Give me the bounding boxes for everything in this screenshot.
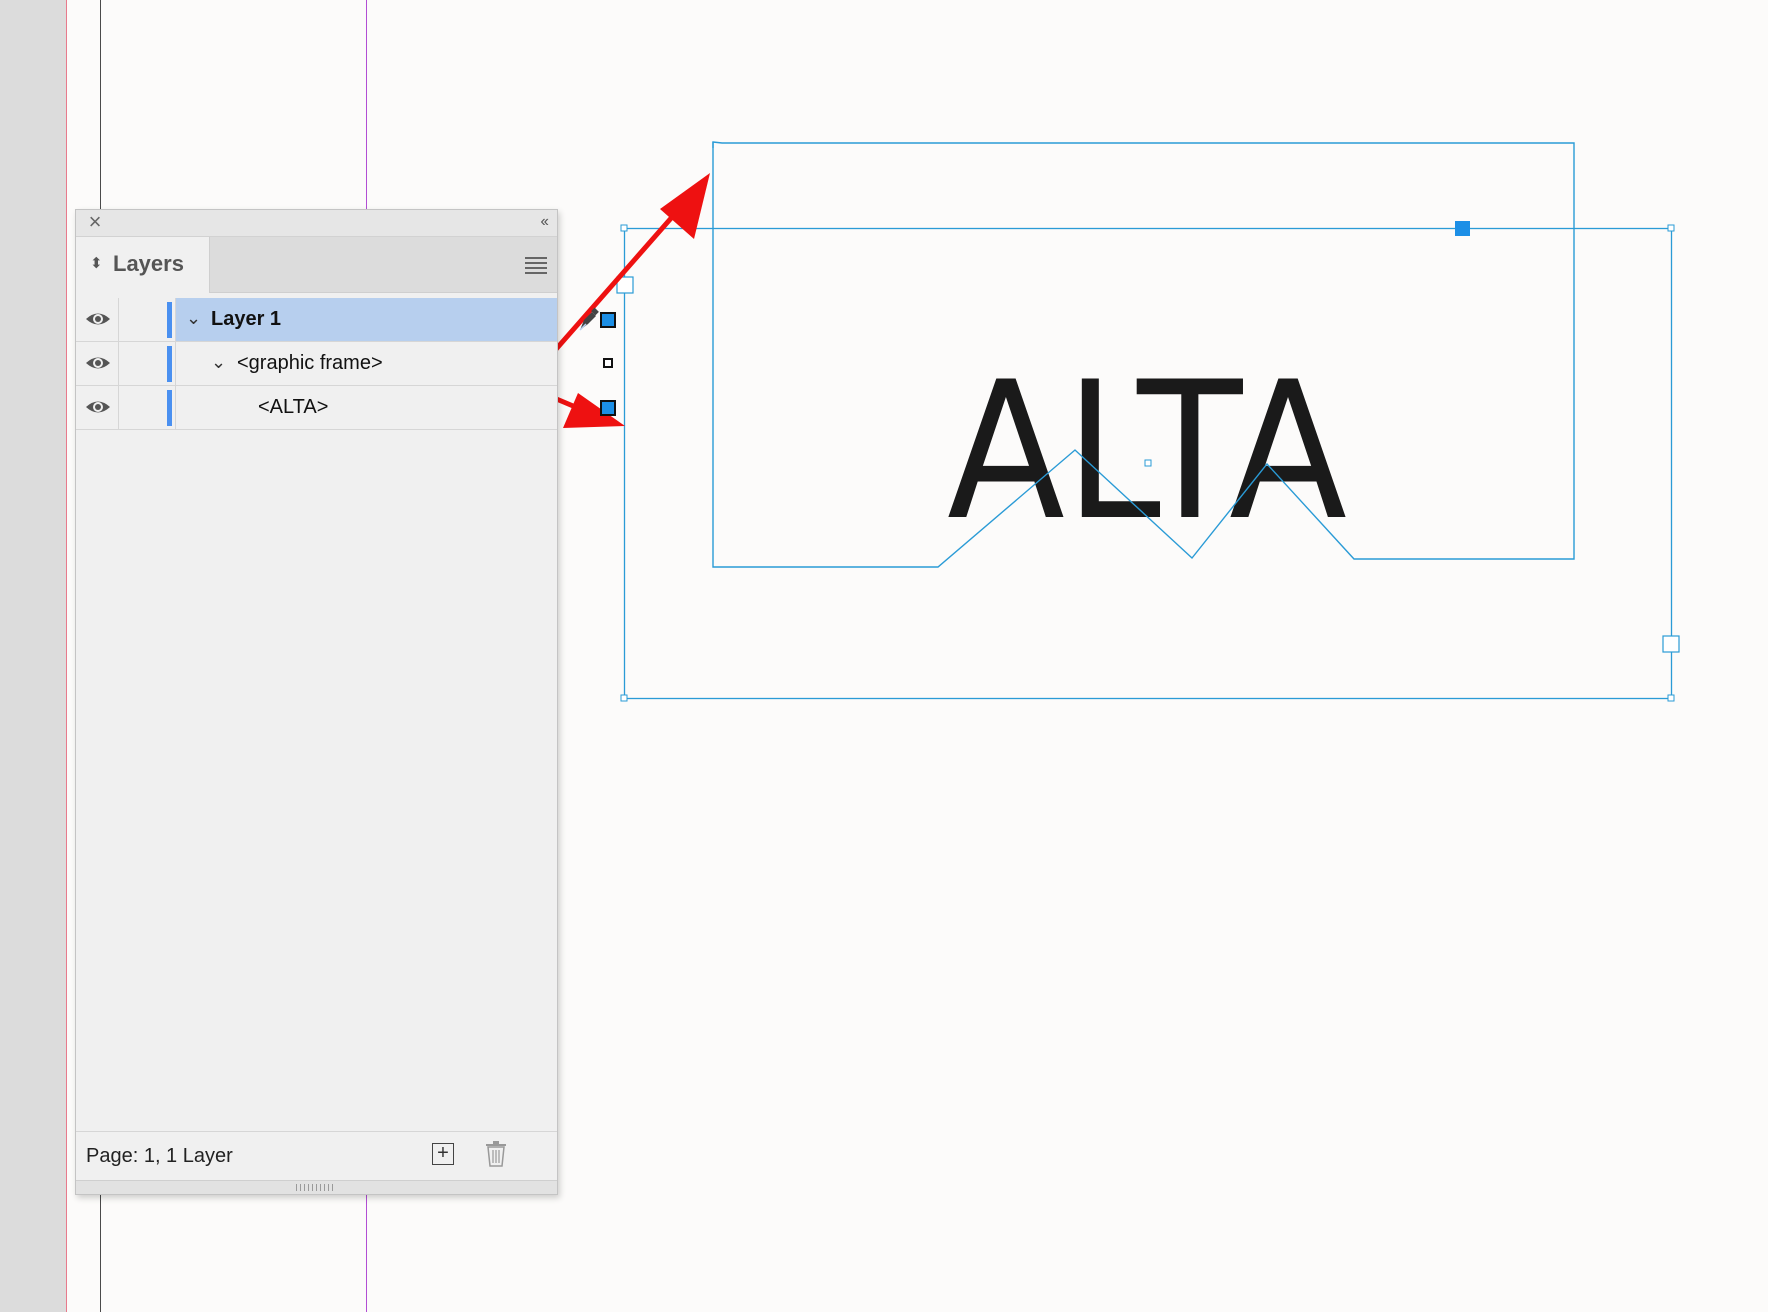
close-icon[interactable]: × (84, 211, 106, 233)
layer-label: Layer 1 (211, 308, 282, 330)
alta-text[interactable]: ALTA (947, 341, 1347, 562)
layer-label: <graphic frame> (237, 352, 383, 374)
frame-handle-tl[interactable] (620, 224, 628, 232)
layer-name-area[interactable]: ⌄ Layer 1 (176, 298, 616, 341)
layer-color-swatch (167, 346, 172, 382)
column-divider (118, 386, 119, 429)
selection-indicator[interactable] (600, 400, 616, 416)
panel-resize-grip[interactable] (76, 1180, 557, 1194)
sort-arrows-icon: ⬍ (90, 255, 103, 272)
selection-indicator[interactable] (600, 312, 616, 328)
layer-label: <ALTA> (258, 396, 329, 418)
selection-indicator[interactable] (603, 358, 613, 368)
grip-lines (296, 1184, 336, 1191)
page-layer-status: Page: 1, 1 Layer (86, 1145, 233, 1167)
annotation-arrow-upper (533, 173, 710, 375)
frame-out-port[interactable] (1662, 635, 1680, 653)
panel-footer: Page: 1, 1 Layer + (76, 1131, 557, 1180)
chevron-down-icon[interactable]: ⌄ (186, 306, 201, 330)
layer-row-graphic-frame[interactable]: ⌄ <graphic frame> (76, 342, 613, 386)
eye-visibility-icon[interactable] (84, 353, 112, 373)
layers-panel: × ‹‹ ⬍ Layers ⌄ Layer 1 ⌄ <graphic frame… (75, 209, 616, 1195)
trash-icon[interactable] (485, 1141, 507, 1167)
frame-handle-tr[interactable] (1667, 224, 1675, 232)
hamburger-menu-icon[interactable] (525, 257, 547, 274)
center-point (1144, 459, 1152, 467)
layer-row-alta[interactable]: <ALTA> (76, 386, 616, 430)
chevron-down-icon[interactable]: ⌄ (211, 350, 226, 374)
frame-anchor-handle[interactable] (1455, 221, 1470, 236)
column-divider (118, 342, 119, 385)
panel-title-bar[interactable]: × ‹‹ (76, 210, 557, 237)
pen-icon (579, 307, 599, 331)
frame-handle-bl[interactable] (620, 694, 628, 702)
column-divider (118, 298, 119, 341)
collapse-panel-icon[interactable]: ‹‹ (540, 212, 549, 232)
layer-row-layer-1[interactable]: ⌄ Layer 1 (76, 298, 616, 342)
eye-visibility-icon[interactable] (84, 309, 112, 329)
frame-handle-br[interactable] (1667, 694, 1675, 702)
eye-visibility-icon[interactable] (84, 397, 112, 417)
tab-layers-label: Layers (113, 251, 184, 276)
layer-color-swatch (167, 390, 172, 426)
layer-name-area[interactable]: <ALTA> (176, 386, 616, 429)
new-layer-button[interactable]: + (432, 1143, 454, 1165)
layer-color-swatch (167, 302, 172, 338)
panel-tab-strip: ⬍ Layers (76, 237, 557, 293)
layer-name-area[interactable]: ⌄ <graphic frame> (176, 342, 613, 385)
tab-layers[interactable]: ⬍ Layers (76, 237, 210, 293)
